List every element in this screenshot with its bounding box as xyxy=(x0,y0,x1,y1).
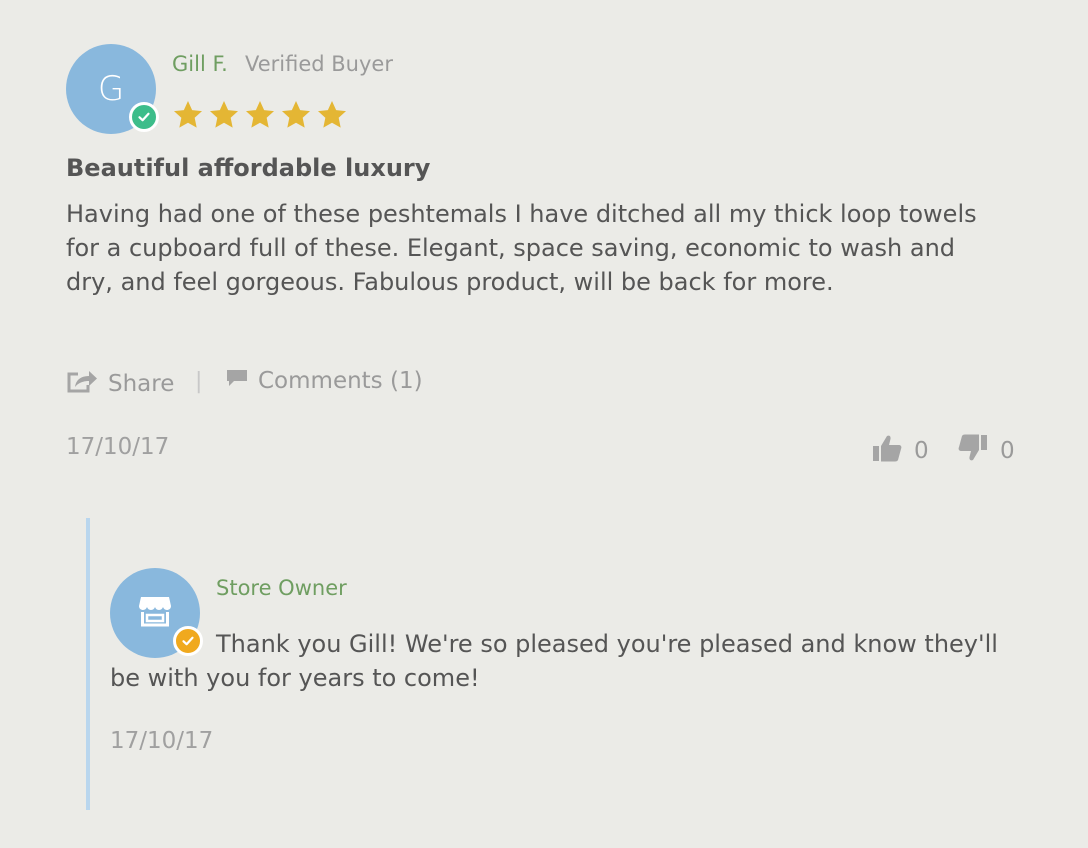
share-button[interactable]: Share xyxy=(66,368,174,400)
avatar-letter: G xyxy=(97,69,125,109)
share-icon xyxy=(66,368,98,400)
comments-button[interactable]: Comments (1) xyxy=(226,368,423,394)
thumbs-down-count: 0 xyxy=(1000,438,1015,464)
thumbs-up-count: 0 xyxy=(914,438,929,464)
store-icon xyxy=(138,595,172,631)
share-label: Share xyxy=(108,371,175,397)
reply-body: Thank you Gill! We're so pleased you're … xyxy=(110,630,998,692)
store-owner-name: Store Owner xyxy=(216,576,347,600)
reviewer-name[interactable]: Gill F. xyxy=(172,52,228,76)
review-body: Having had one of these peshtemals I hav… xyxy=(66,200,977,296)
reply-indent-bar xyxy=(86,518,90,810)
star-icon xyxy=(246,101,274,128)
star-icon xyxy=(210,101,238,128)
action-separator: | xyxy=(195,369,203,394)
thumbs-down-icon xyxy=(958,433,988,469)
star-icon xyxy=(318,101,346,128)
reply-date: 17/10/17 xyxy=(110,728,214,754)
review-title: Beautiful affordable luxury xyxy=(66,154,431,182)
thumbs-up-icon xyxy=(872,433,902,469)
review-date: 17/10/17 xyxy=(66,434,170,460)
verified-badge-icon xyxy=(129,102,159,132)
star-icon xyxy=(174,101,202,128)
comment-icon xyxy=(226,368,248,394)
verified-buyer-label: Verified Buyer xyxy=(245,52,393,76)
review-card: G Gill F. Verified Buyer Beautiful affor… xyxy=(0,0,1088,848)
star-icon xyxy=(282,101,310,128)
comments-label: Comments (1) xyxy=(258,368,423,394)
thumbs-down-button[interactable]: 0 xyxy=(958,433,1015,469)
star-rating xyxy=(172,99,348,131)
thumbs-up-button[interactable]: 0 xyxy=(872,433,929,469)
